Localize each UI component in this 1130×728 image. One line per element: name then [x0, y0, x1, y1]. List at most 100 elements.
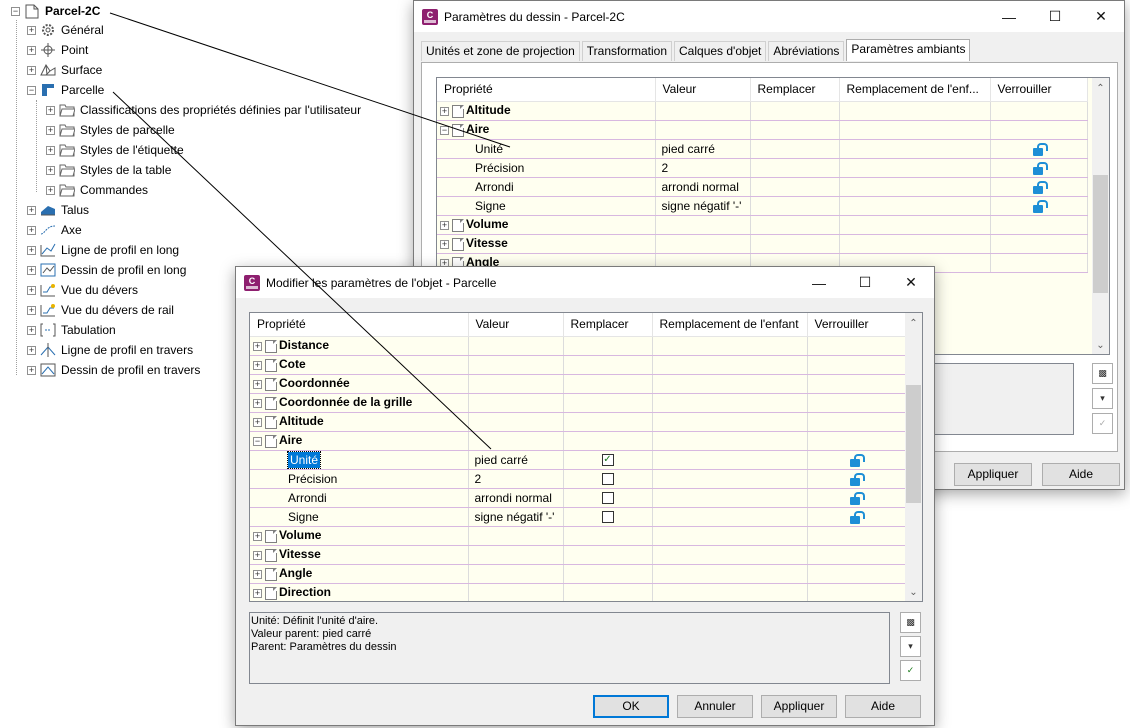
category-row[interactable]: + Vitesse	[437, 234, 1088, 254]
unlock-icon[interactable]	[850, 491, 865, 505]
maximize-button[interactable]: ☐	[842, 267, 888, 298]
category-row[interactable]: + Altitude	[250, 412, 906, 432]
collapse-all-icon[interactable]: ▾	[900, 636, 921, 657]
category-row[interactable]: + Direction	[250, 583, 906, 601]
scroll-thumb[interactable]	[1093, 175, 1108, 293]
tree-item[interactable]: + Point	[27, 40, 88, 60]
expand-icon[interactable]: +	[253, 569, 262, 579]
property-row[interactable]: Signe signe négatif '-'	[437, 196, 1088, 216]
expand-icon[interactable]: +	[27, 345, 36, 355]
override-checkbox[interactable]	[601, 511, 614, 524]
expand-all-icon[interactable]: ▩	[1092, 363, 1113, 384]
category-row[interactable]: + Volume	[250, 526, 906, 546]
category-row[interactable]: + Volume	[437, 215, 1088, 235]
property-row[interactable]: Unité pied carré ✓	[250, 450, 906, 470]
unlock-icon[interactable]	[850, 510, 865, 524]
column-header[interactable]: Propriété	[250, 313, 469, 337]
collapse-icon[interactable]: −	[440, 125, 449, 135]
apply-button[interactable]: Appliquer	[954, 463, 1032, 486]
collapse-all-icon[interactable]: ▾	[1092, 388, 1113, 409]
expand-icon[interactable]: +	[27, 25, 36, 35]
tree-item[interactable]: + Vue du dévers	[27, 280, 138, 300]
unlock-icon[interactable]	[1032, 180, 1048, 194]
category-row[interactable]: + Coordonnée	[250, 374, 906, 394]
expand-icon[interactable]: +	[46, 105, 55, 115]
column-header[interactable]: Verrouiller	[807, 313, 906, 337]
tab-2[interactable]: Calques d'objet	[674, 41, 767, 61]
expand-icon[interactable]: +	[440, 106, 449, 116]
expand-icon[interactable]: +	[253, 360, 262, 370]
tree-item[interactable]: + Dessin de profil en travers	[27, 360, 200, 380]
minimize-button[interactable]: —	[796, 267, 842, 298]
vertical-scrollbar[interactable]: ⌃ ⌄	[905, 313, 922, 601]
column-header[interactable]: Propriété	[437, 78, 656, 102]
tree-item[interactable]: − Parcelle	[27, 80, 104, 100]
property-value[interactable]: 2	[468, 469, 564, 489]
unlock-icon[interactable]	[850, 453, 865, 467]
property-value[interactable]: 2	[655, 158, 751, 178]
tree-item[interactable]: + Dessin de profil en long	[27, 260, 186, 280]
checkmark-icon[interactable]: ✓	[900, 660, 921, 681]
scroll-up-icon[interactable]: ⌃	[905, 315, 922, 332]
collapse-icon[interactable]: −	[27, 85, 36, 95]
unlock-icon[interactable]	[1032, 142, 1048, 156]
tab-3[interactable]: Abréviations	[768, 41, 845, 61]
vertical-scrollbar[interactable]: ⌃ ⌄	[1092, 78, 1109, 354]
property-value[interactable]: signe négatif '-'	[468, 507, 564, 527]
category-row[interactable]: + Distance	[250, 336, 906, 356]
expand-icon[interactable]: +	[27, 285, 36, 295]
expand-icon[interactable]: +	[46, 125, 55, 135]
cancel-button[interactable]: Annuler	[677, 695, 753, 718]
ok-button[interactable]: OK	[593, 695, 669, 718]
minimize-button[interactable]: —	[986, 1, 1032, 32]
scroll-down-icon[interactable]: ⌄	[1092, 337, 1109, 354]
tree-item[interactable]: + Général	[27, 20, 104, 40]
collapse-icon[interactable]: −	[11, 6, 20, 16]
category-row[interactable]: + Cote	[250, 355, 906, 375]
tree-item[interactable]: + Tabulation	[27, 320, 116, 340]
expand-icon[interactable]: +	[27, 325, 36, 335]
help-button[interactable]: Aide	[1042, 463, 1120, 486]
tree-subitem[interactable]: + Styles de la table	[46, 160, 171, 180]
tree-item[interactable]: + Surface	[27, 60, 102, 80]
tree-item[interactable]: + Vue du dévers de rail	[27, 300, 174, 320]
property-value[interactable]: arrondi normal	[655, 177, 751, 197]
tab-1[interactable]: Transformation	[581, 41, 673, 61]
column-header[interactable]: Verrouiller	[990, 78, 1088, 102]
column-header[interactable]: Valeur	[655, 78, 751, 102]
tree-item[interactable]: + Ligne de profil en long	[27, 240, 179, 260]
close-button[interactable]: ✕	[888, 267, 934, 298]
tree-subitem[interactable]: + Styles de parcelle	[46, 120, 175, 140]
expand-all-icon[interactable]: ▩	[900, 612, 921, 633]
expand-icon[interactable]: +	[440, 220, 449, 230]
expand-icon[interactable]: +	[27, 45, 36, 55]
checkmark-icon[interactable]: ✓	[1092, 413, 1113, 434]
category-row[interactable]: + Altitude	[437, 101, 1088, 121]
scroll-down-icon[interactable]: ⌄	[905, 584, 922, 601]
expand-icon[interactable]: +	[46, 165, 55, 175]
override-checkbox[interactable]	[601, 473, 614, 486]
expand-icon[interactable]: +	[253, 379, 262, 389]
category-row[interactable]: + Coordonnée de la grille	[250, 393, 906, 413]
column-header[interactable]: Remplacement de l'enfant	[652, 313, 808, 337]
expand-icon[interactable]: +	[253, 398, 262, 408]
help-button[interactable]: Aide	[845, 695, 921, 718]
expand-icon[interactable]: +	[27, 245, 36, 255]
expand-icon[interactable]: +	[27, 305, 36, 315]
apply-button[interactable]: Appliquer	[761, 695, 837, 718]
scroll-up-icon[interactable]: ⌃	[1092, 80, 1109, 97]
category-row[interactable]: + Vitesse	[250, 545, 906, 565]
property-row[interactable]: Précision 2	[437, 158, 1088, 178]
expand-icon[interactable]: +	[27, 265, 36, 275]
column-header[interactable]: Remplacer	[750, 78, 840, 102]
expand-icon[interactable]: +	[27, 65, 36, 75]
property-value[interactable]: signe négatif '-'	[655, 196, 751, 216]
tree-item[interactable]: + Talus	[27, 200, 89, 220]
column-header[interactable]: Remplacer	[563, 313, 653, 337]
column-header[interactable]: Valeur	[468, 313, 564, 337]
expand-icon[interactable]: +	[46, 185, 55, 195]
tree-item[interactable]: + Ligne de profil en travers	[27, 340, 193, 360]
property-row[interactable]: Unité pied carré	[437, 139, 1088, 159]
tab-0[interactable]: Unités et zone de projection	[421, 41, 580, 61]
tree-subitem[interactable]: + Styles de l'étiquette	[46, 140, 184, 160]
